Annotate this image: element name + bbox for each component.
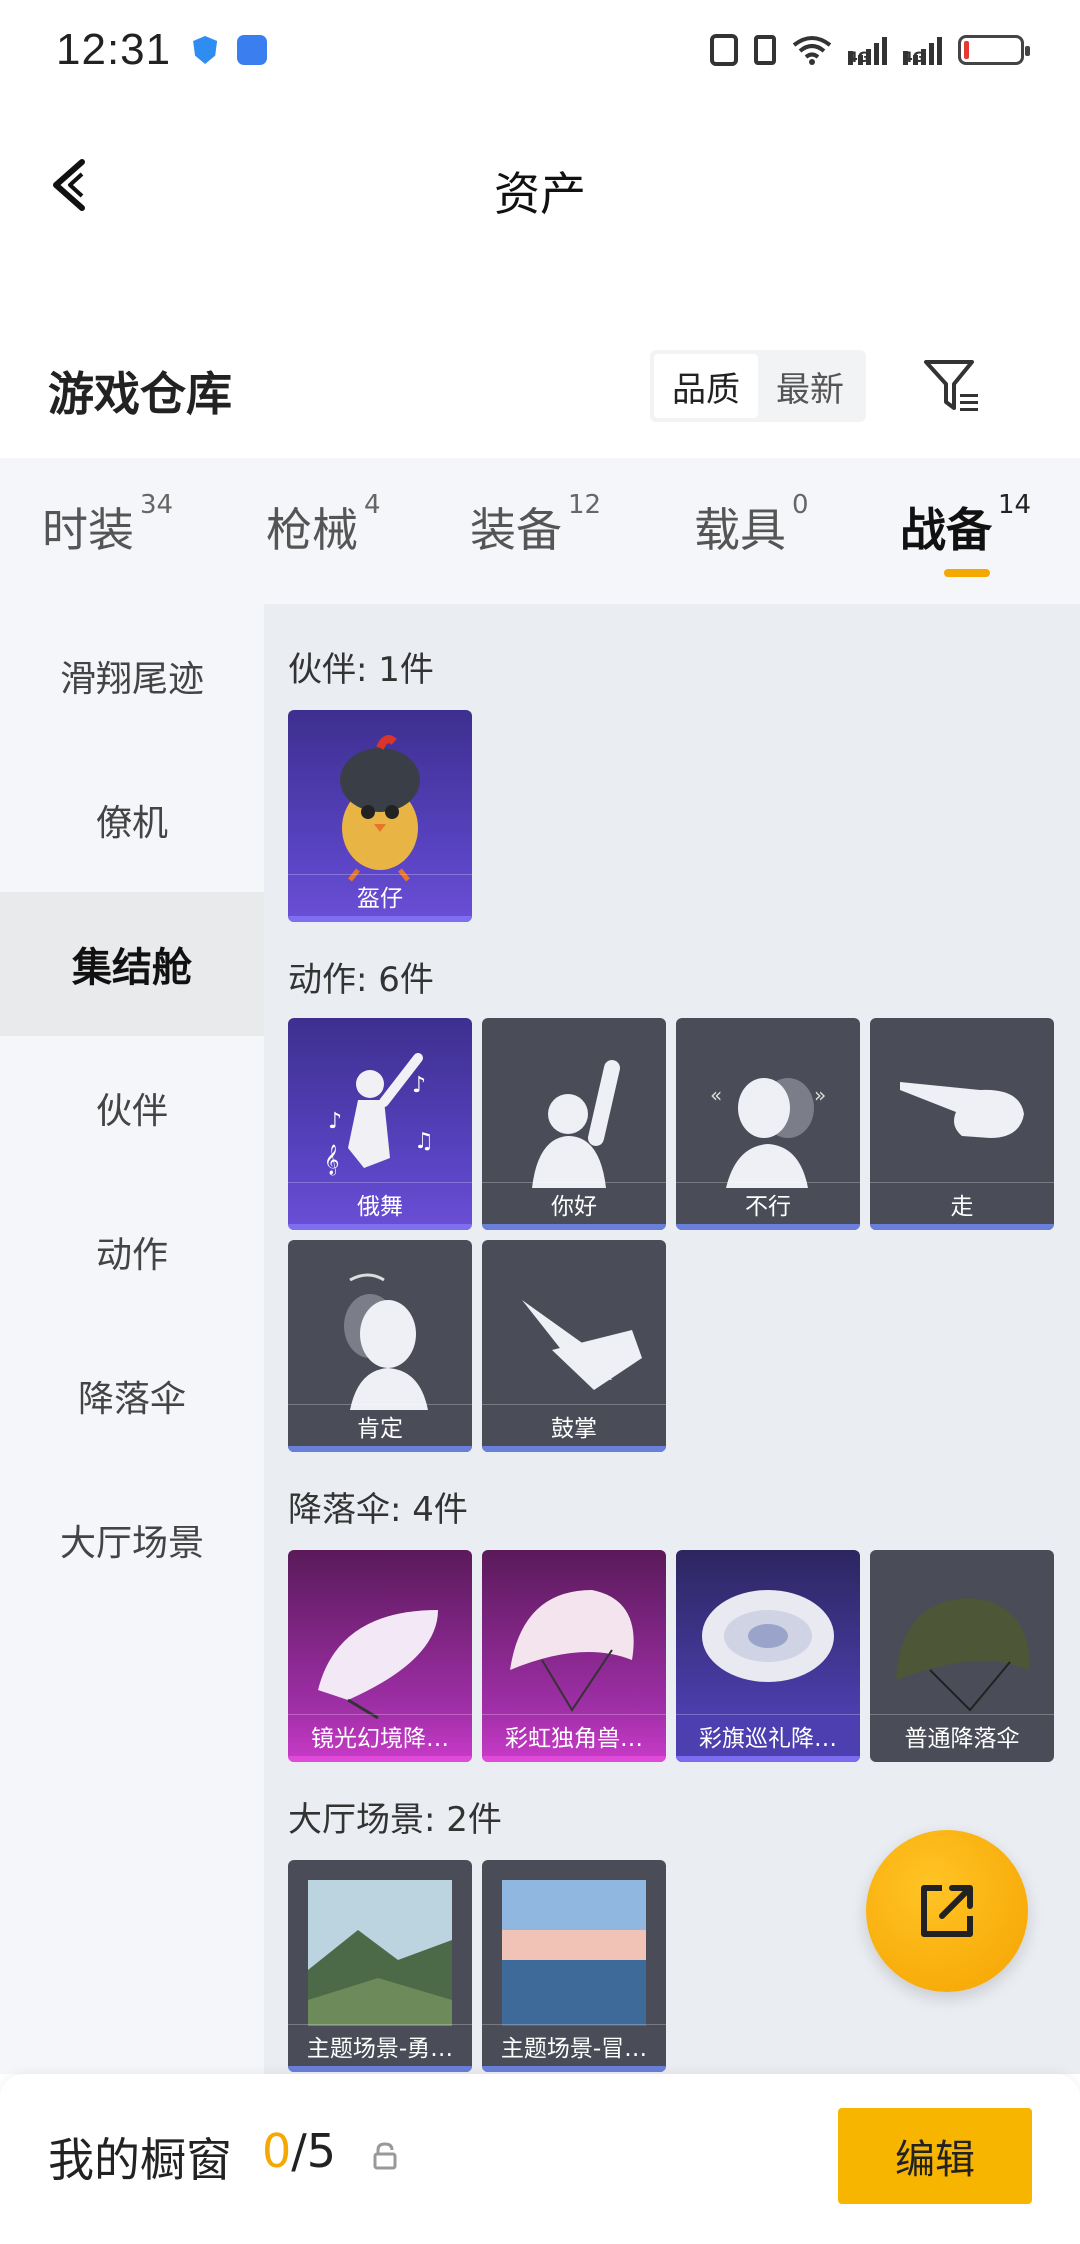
item-card[interactable]: 镜光幻境降… xyxy=(288,1550,472,1762)
item-label: 不行 xyxy=(676,1182,860,1224)
tab-count: 34 xyxy=(140,490,174,520)
sidebar: 滑翔尾迹 僚机 集结舱 伙伴 动作 降落伞 大厅场景 xyxy=(0,604,264,2074)
item-card[interactable]: 盔仔 xyxy=(288,710,472,922)
item-label: 普通降落伞 xyxy=(870,1714,1054,1756)
sort-quality-button[interactable]: 品质 xyxy=(654,354,758,418)
tab-count: 0 xyxy=(792,490,809,520)
battery-icon xyxy=(958,35,1030,65)
status-bar: 12:31 4G 4G xyxy=(0,0,1080,100)
tab-count: 4 xyxy=(364,490,381,520)
share-icon xyxy=(921,1885,973,1937)
wifi-icon xyxy=(792,36,832,65)
showcase-current: 0 xyxy=(262,2124,292,2178)
warehouse-header: 游戏仓库 品质 最新 xyxy=(0,340,1080,440)
item-label: 盔仔 xyxy=(288,874,472,916)
filter-button[interactable] xyxy=(920,354,984,418)
group-title-emotes: 动作: 6件 xyxy=(288,960,434,1000)
network-type-1: 4G xyxy=(848,51,869,65)
item-label: 主题场景-勇… xyxy=(288,2024,472,2066)
sidebar-item-lobby-scene[interactable]: 大厅场景 xyxy=(0,1468,264,1612)
item-label: 走 xyxy=(870,1182,1054,1224)
item-label: 你好 xyxy=(482,1182,666,1224)
tab-count: 12 xyxy=(568,490,602,520)
category-tabs: 时装 34 枪械 4 装备 12 载具 0 战备 14 xyxy=(0,458,1080,604)
page-title: 资产 xyxy=(494,167,586,221)
item-card[interactable]: 走 xyxy=(870,1018,1054,1230)
sort-toggle: 品质 最新 xyxy=(650,350,866,422)
tab-fashion[interactable]: 时装 34 xyxy=(42,490,173,560)
pointing-hand-icon xyxy=(900,1082,1024,1138)
mountain-scene-icon xyxy=(308,1880,452,2026)
clapping-hands-icon xyxy=(522,1300,642,1390)
tab-count: 14 xyxy=(998,490,1032,520)
network-type-2: 4G xyxy=(903,51,924,65)
svg-text:♪: ♪ xyxy=(328,1109,342,1134)
app-header: 资产 xyxy=(0,120,1080,250)
nodding-head-icon xyxy=(344,1273,428,1410)
svg-text:♫: ♫ xyxy=(414,1129,434,1154)
sidebar-item-wingman[interactable]: 僚机 xyxy=(0,748,264,892)
item-card[interactable]: 主题场景-勇… xyxy=(288,1860,472,2072)
item-label: 主题场景-冒… xyxy=(482,2024,666,2066)
parachute-icon xyxy=(896,1598,1030,1712)
app-notification-icon xyxy=(237,35,268,65)
shield-icon xyxy=(193,36,218,64)
sidebar-item-emote[interactable]: 动作 xyxy=(0,1180,264,1324)
item-card[interactable]: 肯定 xyxy=(288,1240,472,1452)
item-card[interactable]: 彩旗巡礼降… xyxy=(676,1550,860,1762)
showcase-label: 我的橱窗 xyxy=(48,2133,232,2187)
group-title-lobby-scenes: 大厅场景: 2件 xyxy=(288,1800,502,1840)
showcase-bar: 我的橱窗 0/5 编辑 xyxy=(0,2074,1080,2244)
signal-1-icon: 4G xyxy=(848,35,887,65)
chick-mascot-icon xyxy=(340,735,420,882)
parachute-icon xyxy=(510,1590,634,1712)
item-label: 鼓掌 xyxy=(482,1404,666,1446)
vibrate-icon xyxy=(754,35,776,65)
item-card[interactable]: 主题场景-冒… xyxy=(482,1860,666,2072)
warehouse-title: 游戏仓库 xyxy=(48,367,232,421)
nfc-icon xyxy=(710,34,738,66)
tab-battle-prep[interactable]: 战备 14 xyxy=(900,490,1031,560)
item-card[interactable]: « » 不行 xyxy=(676,1018,860,1230)
signal-2-icon: 4G xyxy=(903,35,942,65)
tab-weapons[interactable]: 枪械 4 xyxy=(266,490,381,560)
ocean-scene-icon xyxy=(502,1880,646,2026)
tab-vehicles[interactable]: 载具 0 xyxy=(694,490,809,560)
head-shake-icon: « » xyxy=(710,1078,826,1188)
item-label: 俄舞 xyxy=(288,1182,472,1224)
svg-text:♪: ♪ xyxy=(412,1073,426,1098)
svg-text:»: » xyxy=(814,1083,826,1107)
edit-button[interactable]: 编辑 xyxy=(838,2108,1032,2204)
status-time: 12:31 xyxy=(56,25,172,74)
lock-icon xyxy=(373,2142,397,2170)
item-card[interactable]: 普通降落伞 xyxy=(870,1550,1054,1762)
group-title-parachutes: 降落伞: 4件 xyxy=(288,1490,468,1530)
tab-equipment[interactable]: 装备 12 xyxy=(470,490,601,560)
sidebar-item-companion[interactable]: 伙伴 xyxy=(0,1036,264,1180)
showcase-total: /5 xyxy=(291,2124,337,2178)
item-card[interactable]: 你好 xyxy=(482,1018,666,1230)
sidebar-item-assembly-pod[interactable]: 集结舱 xyxy=(0,892,264,1036)
item-card[interactable]: ♪ ♪ ♫ 𝄞 俄舞 xyxy=(288,1018,472,1230)
sidebar-item-parachute[interactable]: 降落伞 xyxy=(0,1324,264,1468)
svg-text:𝄞: 𝄞 xyxy=(324,1144,339,1176)
sort-newest-button[interactable]: 最新 xyxy=(758,354,862,418)
item-card[interactable]: 鼓掌 xyxy=(482,1240,666,1452)
showcase-count: 0/5 xyxy=(262,2124,336,2178)
svg-text:«: « xyxy=(710,1083,722,1107)
item-label: 肯定 xyxy=(288,1404,472,1446)
parachute-icon xyxy=(318,1610,438,1720)
item-label: 彩旗巡礼降… xyxy=(676,1714,860,1756)
active-tab-indicator xyxy=(944,569,990,577)
sidebar-item-glide-trail[interactable]: 滑翔尾迹 xyxy=(0,604,264,748)
item-label: 彩虹独角兽… xyxy=(482,1714,666,1756)
dancer-icon: ♪ ♪ ♫ 𝄞 xyxy=(324,1053,434,1176)
group-title-companion: 伙伴: 1件 xyxy=(288,650,434,690)
item-label: 镜光幻境降… xyxy=(288,1714,472,1756)
waving-hand-icon xyxy=(532,1060,620,1188)
share-button[interactable] xyxy=(866,1830,1028,1992)
parachute-icon xyxy=(702,1590,834,1682)
item-card[interactable]: 彩虹独角兽… xyxy=(482,1550,666,1762)
